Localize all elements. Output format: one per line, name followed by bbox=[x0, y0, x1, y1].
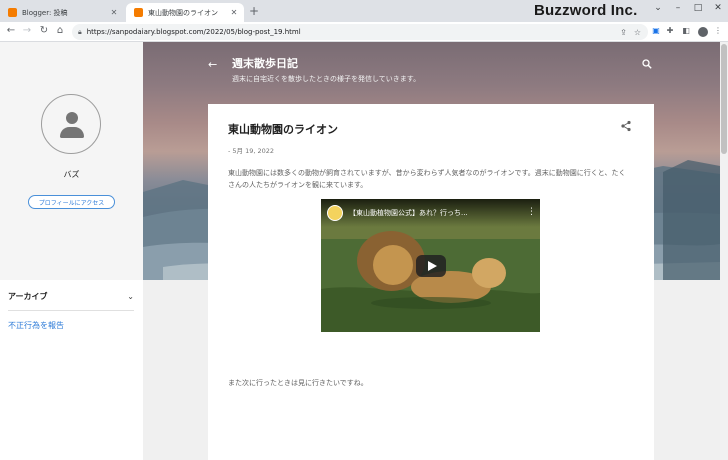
search-icon[interactable] bbox=[642, 59, 652, 69]
post-date[interactable]: - 5月 19, 2022 bbox=[228, 145, 274, 155]
video-title[interactable]: 【東山動植物園公式】あれ？行っち... bbox=[349, 208, 468, 218]
new-tab-button[interactable]: + bbox=[249, 4, 259, 18]
tab-close-icon[interactable]: ✕ bbox=[228, 8, 240, 17]
channel-avatar-icon[interactable] bbox=[327, 205, 343, 221]
bookmark-star-icon[interactable]: ☆ bbox=[634, 28, 641, 37]
close-window-button[interactable]: ✕ bbox=[710, 3, 726, 13]
page-viewport: ← 週末散歩日記 週末に自宅近くを散歩したときの様子を発信していきます。 バズ … bbox=[0, 42, 728, 460]
reload-button[interactable]: ↻ bbox=[37, 25, 51, 36]
page-scrollbar-thumb[interactable] bbox=[721, 44, 727, 154]
archive-title: アーカイブ bbox=[8, 291, 48, 301]
brand-watermark: Buzzword Inc. bbox=[534, 2, 638, 19]
side-panel-icon[interactable]: ◧ bbox=[680, 26, 692, 35]
archive-toggle[interactable]: アーカイブ ⌄ bbox=[8, 289, 134, 303]
post-body-text: 東山動物園には数多くの動物が飼育されていますが、昔から変わらず人気者なのがライオ… bbox=[228, 169, 626, 189]
browser-toolbar: ← → ↻ ⌂ 🔒︎ https://sanpodaiary.blogspot.… bbox=[0, 22, 728, 42]
lock-icon: 🔒︎ bbox=[78, 27, 82, 36]
url-text[interactable]: https://sanpodaiary.blogspot.com/2022/05… bbox=[87, 28, 620, 36]
profile-name: バズ bbox=[63, 170, 80, 179]
sidebar: バズ プロフィールにアクセス アーカイブ ⌄ 不正行為を報告 bbox=[0, 42, 143, 460]
browser-titlebar: Blogger: 投稿 ✕ 東山動物園のライオン ✕ + Buzzword In… bbox=[0, 0, 728, 22]
back-arrow-icon[interactable]: ← bbox=[208, 58, 217, 71]
extension-icon[interactable]: ▣ bbox=[650, 26, 662, 35]
person-icon-body bbox=[60, 127, 84, 138]
tab-lion-post[interactable]: 東山動物園のライオン ✕ bbox=[126, 3, 244, 22]
divider bbox=[8, 310, 134, 311]
tab-search-icon[interactable]: ⌄ bbox=[650, 3, 666, 13]
blogger-favicon-icon bbox=[134, 8, 143, 17]
share-page-icon[interactable]: ⇪ bbox=[620, 28, 627, 37]
tab-label: Blogger: 投稿 bbox=[22, 8, 68, 17]
puzzle-icon[interactable]: ✚ bbox=[664, 26, 676, 35]
forward-button[interactable]: → bbox=[20, 25, 34, 36]
profile-avatar[interactable] bbox=[41, 94, 101, 154]
tab-label: 東山動物園のライオン bbox=[148, 8, 218, 17]
visit-profile-button[interactable]: プロフィールにアクセス bbox=[28, 195, 115, 209]
minimize-button[interactable]: – bbox=[670, 3, 686, 13]
post-card: 東山動物園のライオン - 5月 19, 2022 東山動物園には数多くの動物が飼… bbox=[208, 104, 654, 460]
report-abuse-link[interactable]: 不正行為を報告 bbox=[8, 320, 64, 331]
post-title[interactable]: 東山動物園のライオン bbox=[228, 121, 338, 137]
maximize-button[interactable]: □ bbox=[690, 3, 706, 13]
chevron-down-icon: ⌄ bbox=[127, 291, 134, 301]
youtube-embed[interactable]: 【東山動植物園公式】あれ？行っち... ⋮ bbox=[321, 199, 540, 332]
menu-kebab-icon[interactable]: ⋮ bbox=[712, 26, 724, 35]
blogger-favicon-icon bbox=[8, 8, 17, 17]
back-button[interactable]: ← bbox=[4, 25, 18, 36]
address-bar[interactable]: 🔒︎ https://sanpodaiary.blogspot.com/2022… bbox=[72, 24, 648, 40]
post-closing-text: また次に行ったときは見に行きたいですね。 bbox=[228, 379, 368, 387]
person-icon bbox=[66, 112, 78, 124]
play-icon bbox=[428, 261, 437, 271]
tab-blogger-posts[interactable]: Blogger: 投稿 ✕ bbox=[0, 3, 124, 22]
play-button[interactable] bbox=[416, 255, 446, 277]
profile-avatar-icon[interactable] bbox=[698, 27, 708, 37]
profile-section bbox=[0, 42, 143, 280]
tab-close-icon[interactable]: ✕ bbox=[108, 8, 120, 17]
blog-description: 週末に自宅近くを散歩したときの様子を発信していきます。 bbox=[232, 75, 421, 83]
home-button[interactable]: ⌂ bbox=[53, 25, 67, 36]
blog-title[interactable]: 週末散歩日記 bbox=[232, 55, 298, 71]
share-icon[interactable] bbox=[620, 120, 632, 132]
video-more-icon[interactable]: ⋮ bbox=[527, 207, 536, 217]
